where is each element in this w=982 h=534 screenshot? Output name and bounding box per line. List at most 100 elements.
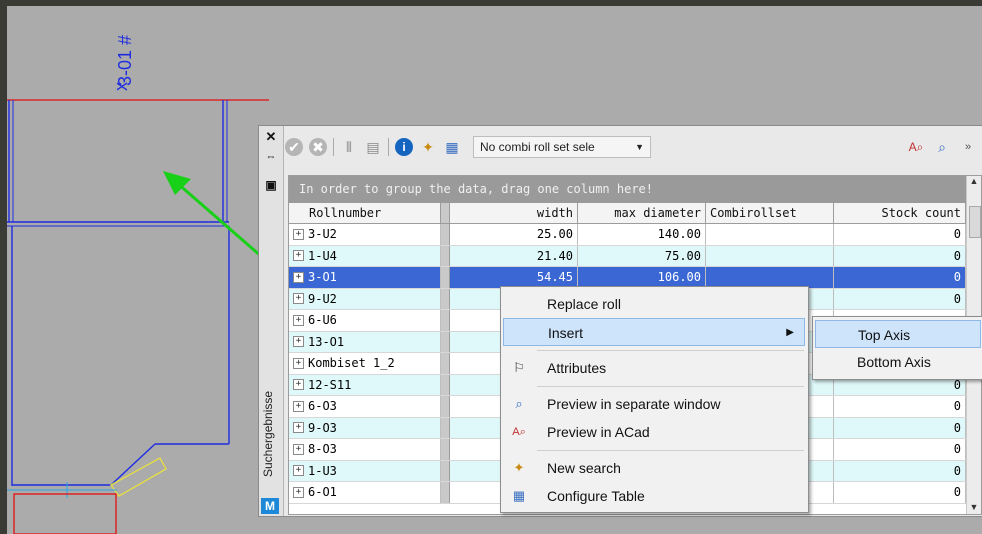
cell-gap: [441, 439, 450, 460]
menu-item-label: Attributes: [547, 360, 607, 376]
cell-rollnumber: +6-O3: [289, 396, 441, 417]
cell-width: 21.40: [450, 245, 578, 266]
cell-text: 9-O3: [308, 420, 337, 435]
cell-text: 3-U2: [308, 227, 337, 242]
new-search-icon: ✦: [513, 460, 525, 475]
cell-gap: [441, 288, 450, 309]
header-max-diameter[interactable]: max diameter: [578, 203, 706, 223]
scroll-down-icon[interactable]: ▼: [967, 502, 981, 512]
cell-width: 25.00: [450, 224, 578, 245]
combi-roll-set-value: No combi roll set sele: [480, 140, 595, 154]
cell-text: 6-O3: [308, 399, 337, 414]
expand-icon[interactable]: +: [293, 486, 304, 498]
expand-icon[interactable]: +: [293, 293, 304, 305]
cell-gap: [441, 482, 450, 503]
expand-icon[interactable]: +: [293, 228, 304, 240]
preview-acad-icon: A⌕: [512, 426, 526, 438]
expand-icon[interactable]: +: [293, 336, 304, 348]
submenu-top-axis[interactable]: Top Axis: [815, 320, 981, 348]
check-circle-icon[interactable]: ✔: [285, 138, 303, 156]
drawing-label: 3-01 #: [115, 35, 135, 86]
configure-table-icon: ▦: [512, 488, 526, 503]
header-combirollset[interactable]: Combirollset: [706, 203, 834, 223]
window-icon[interactable]: ▣: [263, 178, 279, 192]
cancel-circle-icon[interactable]: ✖: [309, 138, 327, 156]
cell-text: 13-O1: [308, 334, 345, 349]
cell-max-diameter: 75.00: [578, 245, 706, 266]
cell-rollnumber: +6-U6: [289, 310, 441, 331]
cell-gap: [441, 374, 450, 395]
menu-divider: [537, 450, 804, 451]
expand-icon[interactable]: +: [293, 357, 304, 369]
menu-attributes[interactable]: ⚐ Attributes: [503, 354, 805, 382]
menu-replace-roll[interactable]: Replace roll: [503, 290, 805, 318]
panel-side-label: Suchergebnisse: [261, 390, 275, 478]
menu-new-search[interactable]: ✦ New search: [503, 454, 805, 482]
cell-rollnumber: +13-O1: [289, 331, 441, 352]
app-logo: M: [261, 498, 279, 514]
close-icon[interactable]: ✕: [263, 130, 279, 144]
expand-icon[interactable]: +: [293, 443, 304, 455]
cell-gap: [441, 353, 450, 374]
menu-divider: [537, 386, 804, 387]
preview-acad-icon[interactable]: A⌕: [907, 138, 925, 156]
table-row[interactable]: +1-U4 21.40 75.00 0: [289, 245, 981, 267]
cell-stock-count: 0: [834, 417, 966, 438]
cell-text: 3-O1: [308, 270, 337, 285]
toolbar-divider: [333, 138, 334, 156]
expand-icon[interactable]: +: [293, 465, 304, 477]
cell-text: 9-U2: [308, 291, 337, 306]
cell-stock-count: 0: [834, 267, 966, 288]
cell-stock-count: 0: [834, 439, 966, 460]
box-icon[interactable]: ▤: [364, 138, 382, 156]
menu-preview-window[interactable]: ⌕ Preview in separate window: [503, 390, 805, 418]
cell-gap: [441, 310, 450, 331]
menu-preview-acad[interactable]: A⌕ Preview in ACad: [503, 418, 805, 446]
cell-rollnumber: +1-U4: [289, 245, 441, 266]
expand-icon[interactable]: +: [293, 379, 304, 391]
cell-rollnumber: +9-U2: [289, 288, 441, 309]
table-row[interactable]: +3-U2 25.00 140.00 0: [289, 224, 981, 246]
cell-stock-count: 0: [834, 482, 966, 503]
scroll-up-icon[interactable]: ▲: [967, 176, 981, 186]
overflow-icon[interactable]: »: [959, 138, 977, 156]
expand-icon[interactable]: +: [293, 400, 304, 412]
submenu-item-label: Top Axis: [858, 327, 911, 343]
preview-window-icon[interactable]: ⌕: [933, 138, 951, 156]
menu-item-label: Preview in separate window: [547, 396, 721, 412]
expand-icon[interactable]: +: [293, 271, 304, 283]
bars-icon[interactable]: ⫴: [340, 138, 358, 156]
expand-icon[interactable]: +: [293, 250, 304, 262]
cell-rollnumber: + Kombiset 1_2: [289, 353, 441, 374]
new-search-icon[interactable]: ✦: [419, 138, 437, 156]
cell-stock-count: 0: [834, 460, 966, 481]
header-stock-count[interactable]: Stock count: [834, 203, 966, 223]
menu-insert[interactable]: Insert ▶: [503, 318, 805, 346]
header-rollnumber[interactable]: Rollnumber: [289, 203, 441, 223]
scroll-thumb[interactable]: [969, 206, 981, 238]
header-width[interactable]: width: [450, 203, 578, 223]
insert-submenu: Top Axis Bottom Axis: [812, 316, 982, 380]
cell-rollnumber: +3-O1: [289, 267, 441, 288]
menu-divider: [537, 350, 804, 351]
pin-icon[interactable]: ⇔: [263, 150, 279, 164]
submenu-bottom-axis[interactable]: Bottom Axis: [815, 348, 981, 376]
expand-icon[interactable]: +: [293, 422, 304, 434]
cell-rollnumber: +9-O3: [289, 417, 441, 438]
cell-gap: [441, 245, 450, 266]
combi-roll-set-select[interactable]: No combi roll set sele ▼: [473, 136, 651, 158]
info-icon[interactable]: i: [395, 138, 413, 156]
cell-rollnumber: +8-O3: [289, 439, 441, 460]
menu-item-label: Replace roll: [547, 296, 621, 312]
expand-icon[interactable]: +: [293, 314, 304, 326]
chevron-down-icon: ▼: [635, 142, 644, 152]
configure-table-icon[interactable]: ▦: [443, 138, 461, 156]
menu-configure-table[interactable]: ▦ Configure Table: [503, 482, 805, 510]
submenu-arrow-icon: ▶: [786, 327, 794, 338]
cell-text: 12-S11: [308, 377, 352, 392]
cell-stock-count: 0: [834, 288, 966, 309]
cell-max-diameter: 106.00: [578, 267, 706, 288]
group-hint[interactable]: In order to group the data, drag one col…: [289, 176, 981, 203]
toolbar-divider: [388, 138, 389, 156]
cell-combirollset: [706, 267, 834, 288]
